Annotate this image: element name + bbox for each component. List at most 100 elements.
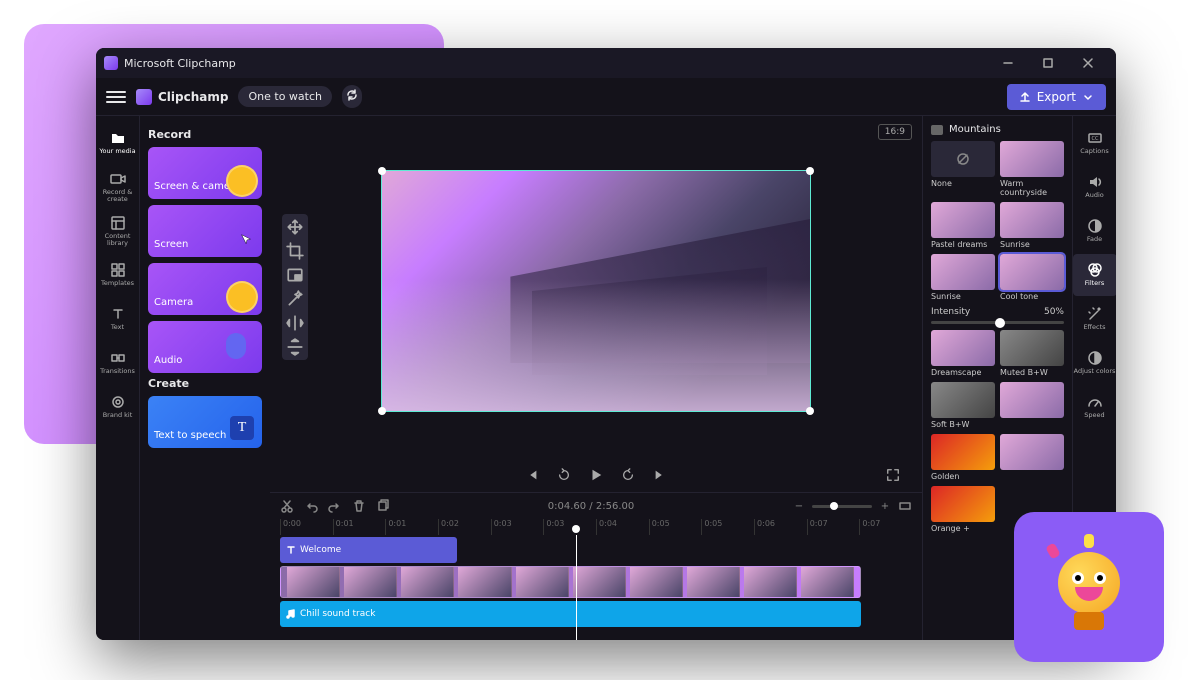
rail-filters[interactable]: Filters: [1073, 254, 1117, 296]
tracks-area[interactable]: Welcome Chill sound track: [270, 535, 922, 640]
filter-blank1[interactable]: [1000, 382, 1064, 429]
copy-button[interactable]: [376, 499, 390, 513]
zoom-slider[interactable]: [812, 505, 872, 508]
audio-track-clip[interactable]: Chill sound track: [280, 601, 861, 627]
video-canvas[interactable]: [381, 170, 811, 412]
menu-button[interactable]: [106, 87, 126, 107]
rail-fade[interactable]: Fade: [1073, 210, 1117, 252]
svg-text:CC: CC: [1091, 136, 1098, 142]
rail-captions[interactable]: CC Captions: [1073, 122, 1117, 164]
project-name-pill[interactable]: One to watch: [238, 86, 332, 107]
zoom-fit-button[interactable]: [898, 499, 912, 513]
rail-adjust-colors[interactable]: Adjust colors: [1073, 342, 1117, 384]
intensity-value: 50%: [1044, 307, 1064, 317]
rail-record-create[interactable]: Record & create: [96, 166, 140, 208]
rail-transitions[interactable]: Transitions: [96, 342, 140, 384]
tool-flip-h[interactable]: [286, 314, 304, 332]
filter-muted-bw[interactable]: Muted B+W: [1000, 330, 1064, 377]
filter-pastel[interactable]: Pastel dreams: [931, 202, 995, 249]
speaker-icon: [1087, 174, 1103, 190]
filter-soft-bw[interactable]: Soft B+W: [931, 382, 995, 429]
text-icon: [286, 545, 296, 555]
rail-your-media[interactable]: Your media: [96, 122, 140, 164]
topbar: Clipchamp One to watch Export: [96, 78, 1116, 116]
zoom-out-button[interactable]: −: [792, 499, 806, 513]
rail-content-library[interactable]: Content library: [96, 210, 140, 252]
fade-icon: [1087, 218, 1103, 234]
chevron-down-icon: [1082, 91, 1094, 103]
maximize-button[interactable]: [1028, 48, 1068, 78]
skip-back-button[interactable]: [523, 466, 541, 484]
video-track-clip[interactable]: [280, 566, 861, 598]
record-section-title: Record: [148, 128, 262, 141]
redo-button[interactable]: [328, 499, 342, 513]
time-ruler[interactable]: 0:00 0:01 0:01 0:02 0:03 0:03 0:04 0:05 …: [270, 519, 922, 535]
playhead[interactable]: [576, 535, 577, 640]
rail-speed[interactable]: Speed: [1073, 386, 1117, 428]
camera-icon: [110, 171, 126, 187]
resize-handle-tr[interactable]: [806, 167, 814, 175]
filter-none[interactable]: None: [931, 141, 995, 197]
media-panel: Record Screen & camera Screen Camera Aud…: [140, 116, 270, 640]
rewind-button[interactable]: [555, 466, 573, 484]
split-button[interactable]: [280, 499, 294, 513]
left-rail: Your media Record & create Content libra…: [96, 116, 140, 640]
center-area: 16:9: [270, 116, 922, 640]
filter-warm[interactable]: Warm countryside: [1000, 141, 1064, 197]
card-camera[interactable]: Camera: [148, 263, 262, 315]
filter-sunrise[interactable]: Sunrise: [1000, 202, 1064, 249]
rail-audio[interactable]: Audio: [1073, 166, 1117, 208]
tool-flip-v[interactable]: [286, 338, 304, 356]
none-icon: [956, 152, 970, 166]
skip-forward-button[interactable]: [651, 466, 669, 484]
resize-handle-tl[interactable]: [378, 167, 386, 175]
export-label: Export: [1037, 90, 1076, 104]
intensity-label: Intensity: [931, 307, 970, 317]
filter-sunrise2[interactable]: Sunrise: [931, 254, 995, 301]
resize-handle-br[interactable]: [806, 407, 814, 415]
transitions-icon: [110, 350, 126, 366]
tool-move[interactable]: [286, 218, 304, 236]
fullscreen-button[interactable]: [884, 466, 902, 484]
intensity-slider[interactable]: [931, 321, 1064, 324]
tool-wand[interactable]: [286, 290, 304, 308]
text-icon: [110, 306, 126, 322]
rail-brand-kit[interactable]: Brand kit: [96, 386, 140, 428]
filter-cool-tone[interactable]: Cool tone: [1000, 254, 1064, 301]
folder-icon: [110, 130, 126, 146]
rail-text[interactable]: Text: [96, 298, 140, 340]
play-button[interactable]: [587, 466, 605, 484]
rail-effects[interactable]: Effects: [1073, 298, 1117, 340]
tool-pip[interactable]: [286, 266, 304, 284]
minimize-button[interactable]: [988, 48, 1028, 78]
sync-button[interactable]: [342, 85, 362, 108]
aspect-ratio-button[interactable]: 16:9: [878, 124, 912, 140]
rail-templates[interactable]: Templates: [96, 254, 140, 296]
close-button[interactable]: [1068, 48, 1108, 78]
clip-header: Mountains: [931, 124, 1064, 135]
zoom-in-button[interactable]: +: [878, 499, 892, 513]
timeline: 0:04.60 / 2:56.00 − + 0:00 0:01 0:01 0:0…: [270, 492, 922, 640]
filter-blank2[interactable]: [1000, 434, 1064, 481]
music-icon: [286, 609, 296, 619]
avatar-thumb: [226, 281, 258, 313]
undo-button[interactable]: [304, 499, 318, 513]
export-button[interactable]: Export: [1007, 84, 1106, 110]
card-screen-camera[interactable]: Screen & camera: [148, 147, 262, 199]
filter-orange[interactable]: Orange +: [931, 486, 995, 533]
resize-handle-bl[interactable]: [378, 407, 386, 415]
delete-button[interactable]: [352, 499, 366, 513]
timecode: 0:04.60 / 2:56.00: [400, 501, 782, 512]
text-track-clip[interactable]: Welcome: [280, 537, 457, 563]
intensity-control: Intensity 50%: [931, 307, 1064, 324]
titlebar: Microsoft Clipchamp: [96, 48, 1116, 78]
forward-button[interactable]: [619, 466, 637, 484]
card-screen[interactable]: Screen: [148, 205, 262, 257]
speed-icon: [1087, 394, 1103, 410]
decorative-card-right: [1014, 512, 1164, 662]
card-text-to-speech[interactable]: Text to speech T: [148, 396, 262, 448]
card-audio[interactable]: Audio: [148, 321, 262, 373]
tool-crop[interactable]: [286, 242, 304, 260]
filter-golden[interactable]: Golden: [931, 434, 995, 481]
filter-dreamscape[interactable]: Dreamscape: [931, 330, 995, 377]
